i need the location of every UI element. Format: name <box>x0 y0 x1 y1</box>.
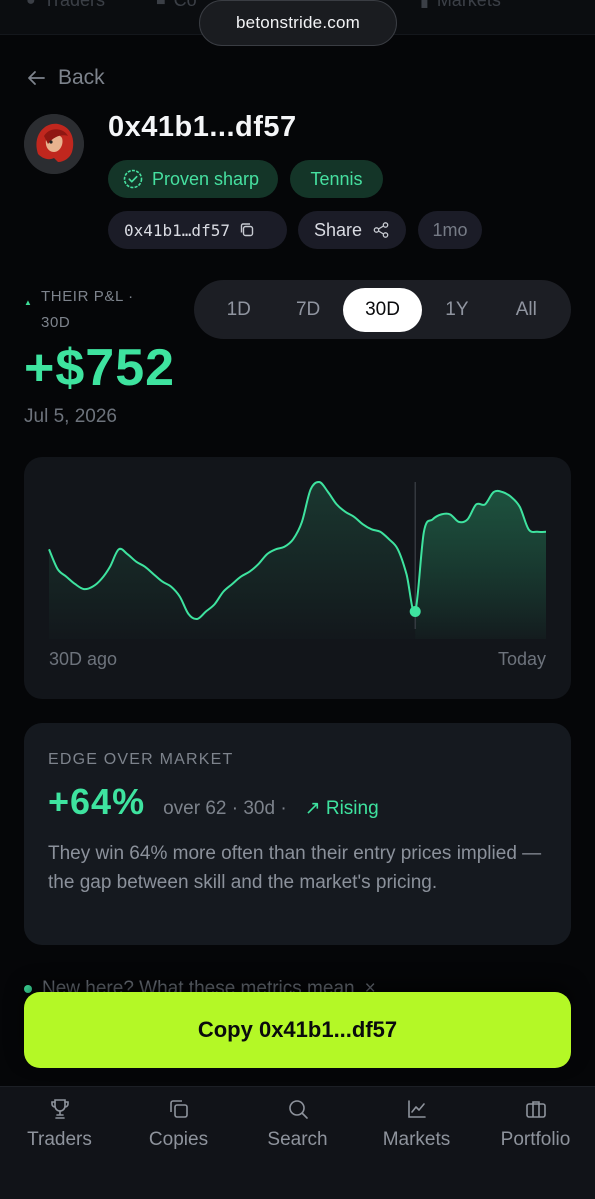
back-label: Back <box>58 66 105 89</box>
search-icon <box>288 1100 308 1119</box>
copy-address-button[interactable]: 0x41b1…df57 <box>108 211 287 249</box>
range-7d[interactable]: 7D <box>273 288 342 332</box>
copies-icon <box>169 1100 188 1118</box>
range-selector: 1D 7D 30D 1Y All <box>194 280 571 339</box>
edge-card: EDGE OVER MARKET +64% over 62 · 30d · ↗ … <box>24 723 571 945</box>
pnl-date: Jul 5, 2026 <box>24 406 117 427</box>
edge-title: EDGE OVER MARKET <box>48 751 234 768</box>
range-30d[interactable]: 30D <box>342 287 423 332</box>
range-1y[interactable]: 1Y <box>422 288 491 332</box>
fire-icon: ● <box>26 0 36 9</box>
copy-trader-button[interactable]: Copy 0x41b1...df57 <box>24 992 571 1068</box>
tab-markets[interactable]: ▮ Markets <box>420 0 501 11</box>
pnl-label: ▲ THEIR P&L · 30D <box>24 288 134 331</box>
url-text: betonstride.com <box>236 13 360 32</box>
verified-check-icon <box>123 169 143 189</box>
back-button[interactable]: Back <box>26 66 105 90</box>
hint-dot-icon <box>24 985 32 993</box>
pnl-chart[interactable]: 30D ago Today <box>24 457 571 699</box>
share-icon <box>373 222 389 238</box>
arrow-left-icon <box>28 71 45 85</box>
edge-description: They win 64% more often than their entry… <box>48 843 542 893</box>
edge-meta: over 62 · 30d · <box>163 798 287 819</box>
chart-marker <box>409 606 421 618</box>
nav-copies[interactable]: Copies <box>124 1097 234 1199</box>
url-bar[interactable]: betonstride.com <box>199 0 397 46</box>
bar-chart-icon: ▮ <box>420 0 429 10</box>
copy-icon <box>240 223 254 237</box>
bottom-nav: Traders Copies Search Markets Portfolio <box>0 1086 595 1199</box>
share-label: Share <box>314 219 363 240</box>
x-axis-start-label: 30D ago <box>49 649 118 669</box>
nav-search[interactable]: Search <box>243 1097 353 1199</box>
edge-value: +64% <box>48 781 146 822</box>
nav-traders[interactable]: Traders <box>5 1097 115 1199</box>
pnl-value: +$752 <box>24 339 176 397</box>
portfolio-icon <box>525 1101 546 1118</box>
proven-sharp-badge: Proven sharp <box>108 160 278 198</box>
edge-trend: ↗ Rising <box>304 798 379 819</box>
range-all[interactable]: All <box>492 288 561 332</box>
avatar <box>24 114 84 174</box>
tab-copies[interactable]: ■ Co <box>156 0 197 11</box>
markets-icon <box>407 1100 426 1118</box>
tennis-badge: Tennis <box>290 160 383 198</box>
share-button[interactable]: Share <box>298 211 406 249</box>
wallet-address: 0x41b1…df57 <box>124 220 230 240</box>
trader-name: 0x41b1...df57 <box>108 111 297 143</box>
nav-markets[interactable]: Markets <box>362 1097 472 1199</box>
tenure-badge: 1mo <box>418 211 482 249</box>
arrow-up-right-icon: ↗ <box>304 798 321 819</box>
copies-icon: ■ <box>156 0 166 9</box>
x-axis-end-label: Today <box>497 649 546 669</box>
trophy-icon <box>50 1099 69 1119</box>
range-1d[interactable]: 1D <box>204 288 273 332</box>
nav-portfolio[interactable]: Portfolio <box>481 1097 591 1199</box>
up-triangle-icon: ▲ <box>24 298 33 307</box>
tab-traders[interactable]: ● Traders <box>26 0 105 11</box>
